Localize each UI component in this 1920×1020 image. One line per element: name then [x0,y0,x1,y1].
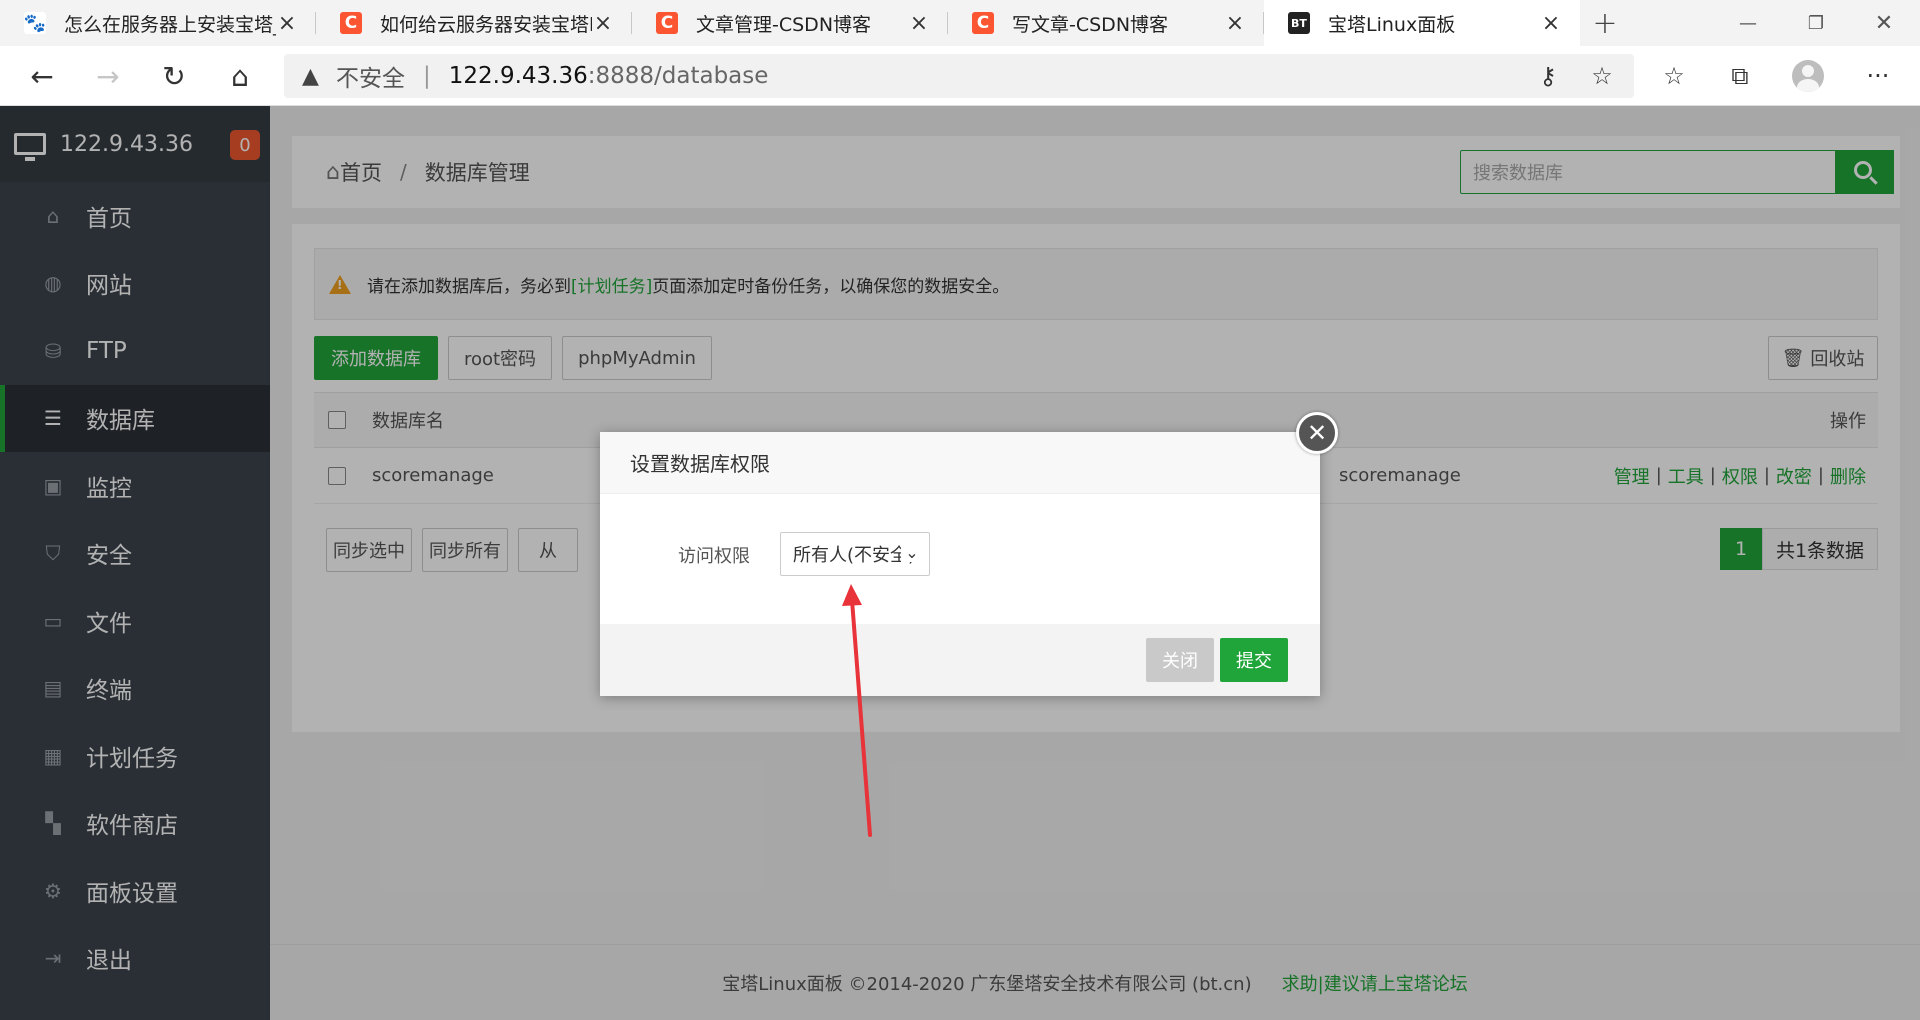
tab-title: 文章管理-CSDN博客 [696,13,872,36]
url-path: :8888/database [587,63,769,89]
browser-tab-3[interactable]: C 文章管理-CSDN博客 × [632,0,948,46]
restore-icon[interactable]: ❐ [1782,0,1850,46]
tab-close-icon[interactable]: × [276,11,298,36]
close-button[interactable]: 关闭 [1146,638,1214,682]
url-host: 122.9.43.36 [448,63,588,89]
csdn-icon: C [656,12,678,34]
key-icon[interactable]: ⚷ [1526,54,1570,98]
warning-icon[interactable]: ▲ [302,64,326,89]
access-permission-select[interactable]: 所有人(不安全) ⌄ [780,532,930,576]
browser-tab-strip: 🐾 怎么在服务器上安装宝塔_百 × C 如何给云服务器安装宝塔lin × C 文… [0,0,1920,46]
star-icon[interactable]: ☆ [1580,54,1624,98]
window-close-icon[interactable]: ✕ [1850,0,1918,46]
tab-close-icon[interactable]: × [1224,11,1246,36]
tab-close-icon[interactable]: × [1540,11,1562,36]
back-arrow-icon[interactable]: ← [20,54,64,98]
access-permission-label: 访问权限 [678,546,750,567]
favorites-icon[interactable]: ☆ [1652,54,1696,98]
collections-icon[interactable]: ⧉ [1718,54,1762,98]
dialog-footer: 关闭 提交 [600,624,1320,696]
tab-title: 如何给云服务器安装宝塔lin [380,13,592,36]
db-permission-dialog: 设置数据库权限 访问权限 所有人(不安全) ⌄ 关闭 提交 [600,432,1320,696]
chevron-down-icon: ⌄ [901,543,923,562]
csdn-icon: C [340,12,362,34]
dialog-body: 访问权限 所有人(不安全) ⌄ [600,494,1320,624]
forward-arrow-icon[interactable]: → [86,54,130,98]
bt-icon: BT [1288,12,1310,34]
dialog-title: 设置数据库权限 [600,432,1320,494]
refresh-icon[interactable]: ↻ [152,54,196,98]
browser-tab-4[interactable]: C 写文章-CSDN博客 × [948,0,1264,46]
address-bar[interactable]: ▲ 不安全 | 122.9.43.36 :8888/database [284,54,1634,98]
submit-button[interactable]: 提交 [1220,638,1288,682]
browser-tab-2[interactable]: C 如何给云服务器安装宝塔lin × [316,0,632,46]
tab-title: 怎么在服务器上安装宝塔_百 [64,13,276,36]
dialog-close-icon[interactable]: ✕ [1296,412,1338,454]
browser-toolbar: ← → ↻ ⌂ ▲ 不安全 | 122.9.43.36 :8888/databa… [0,46,1920,106]
profile-avatar[interactable] [1792,60,1824,92]
tab-title: 写文章-CSDN博客 [1012,13,1169,36]
new-tab-plus-icon[interactable]: + [1580,0,1630,46]
tab-close-icon[interactable]: × [592,11,614,36]
more-icon[interactable]: ··· [1856,54,1900,98]
tab-title: 宝塔Linux面板 [1328,13,1456,36]
security-label[interactable]: 不安全 [336,59,405,93]
browser-tab-1[interactable]: 🐾 怎么在服务器上安装宝塔_百 × [0,0,316,46]
url-separator: | [423,63,431,89]
home-icon[interactable]: ⌂ [218,54,262,98]
select-value: 所有人(不安全) [793,545,916,566]
minimize-icon[interactable]: — [1714,0,1782,46]
csdn-icon: C [972,12,994,34]
baidu-icon: 🐾 [23,12,47,34]
browser-tab-5[interactable]: BT 宝塔Linux面板 × [1264,0,1580,46]
tab-close-icon[interactable]: × [908,11,930,36]
